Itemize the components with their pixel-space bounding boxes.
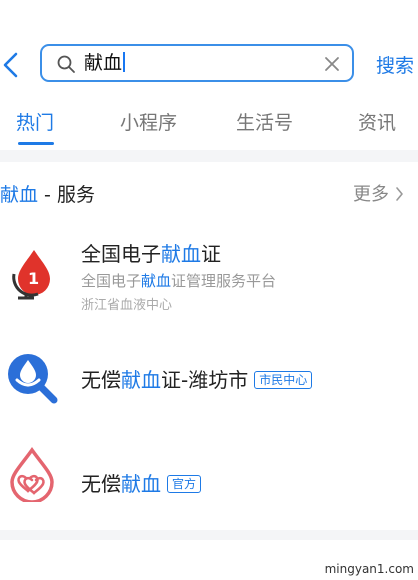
tab-news[interactable]: 资讯 xyxy=(358,108,396,135)
tab-mini-programs[interactable]: 小程序 xyxy=(120,108,177,135)
result-source: 浙江省血液中心 xyxy=(81,298,173,313)
blue-drop-magnifier-icon xyxy=(8,354,58,404)
clear-button[interactable] xyxy=(322,54,342,74)
result-title: 无偿献血 官方 xyxy=(81,468,202,497)
result-badge: 市民中心 xyxy=(254,371,313,389)
result-title: 无偿献血证-潍坊市 市民中心 xyxy=(81,364,313,393)
close-icon xyxy=(325,57,339,71)
result-title: 全国电子献血证 xyxy=(81,242,221,266)
result-tabs: 热门 小程序 生活号 资讯 xyxy=(0,92,418,150)
search-query[interactable]: 献血 xyxy=(84,52,126,74)
result-item-e-blood-certificate[interactable]: 1 全国电子献血证 全国电子献血证管理服务平台 浙江省血液中心 xyxy=(0,224,418,324)
svg-text:1: 1 xyxy=(28,269,39,288)
active-tab-indicator xyxy=(18,142,54,145)
tab-hot[interactable]: 热门 xyxy=(16,108,54,135)
heart-drop-icon xyxy=(10,446,54,502)
search-input[interactable]: 献血 xyxy=(40,44,354,82)
services-card: 献血 - 服务 更多 1 全国电子献血证 全国电子献血证管理服务平台 浙江省血液… xyxy=(0,162,418,530)
search-submit-button[interactable]: 搜索 xyxy=(376,51,414,78)
section-title: 献血 - 服务 xyxy=(0,184,95,206)
tab-life-accounts[interactable]: 生活号 xyxy=(236,108,293,135)
search-icon xyxy=(57,55,75,73)
result-item-free-donation[interactable]: 无偿献血 官方 xyxy=(0,438,418,524)
search-header: 献血 搜索 xyxy=(0,0,418,92)
text-cursor xyxy=(123,52,126,72)
more-button[interactable]: 更多 xyxy=(353,180,404,206)
blood-drop-globe-icon: 1 xyxy=(12,250,50,300)
chevron-right-icon xyxy=(396,187,403,201)
result-subtitle: 全国电子献血证管理服务平台 xyxy=(81,272,277,290)
chevron-left-icon xyxy=(3,52,18,78)
result-item-weifang[interactable]: 无偿献血证-潍坊市 市民中心 xyxy=(0,340,418,420)
back-button[interactable] xyxy=(0,48,24,82)
result-badge: 官方 xyxy=(167,475,202,493)
watermark: mingyan1.com xyxy=(324,562,414,576)
